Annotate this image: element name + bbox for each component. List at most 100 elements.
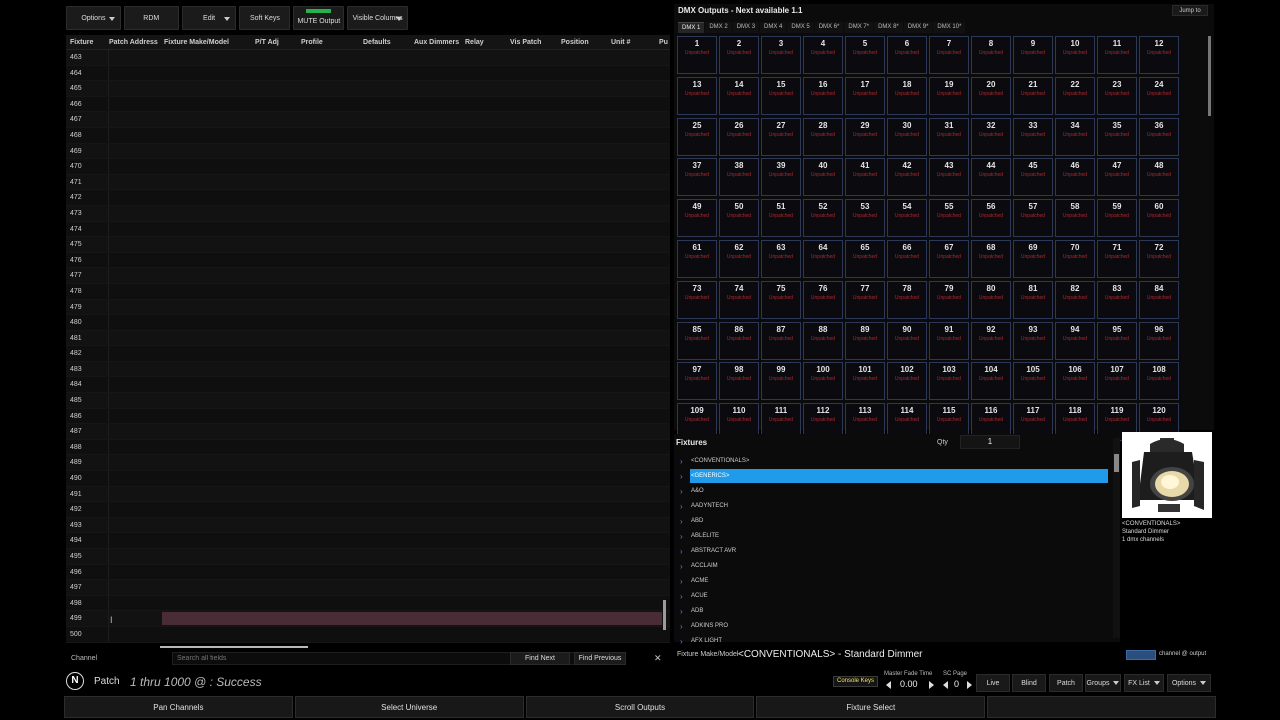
- dmx-address-cell[interactable]: 107 Unpatched: [1097, 362, 1137, 401]
- dmx-address-cell[interactable]: 73 Unpatched: [677, 280, 717, 319]
- chevron-right-icon[interactable]: ›: [680, 622, 683, 631]
- options-button[interactable]: Options: [66, 6, 121, 30]
- dmx-address-cell[interactable]: 24 Unpatched: [1139, 76, 1179, 115]
- column-header-unit[interactable]: Unit #: [611, 39, 630, 46]
- list-item[interactable]: › ADB: [676, 604, 1112, 619]
- dmx-address-cell[interactable]: 93 Unpatched: [1013, 321, 1053, 360]
- table-vertical-scrollbar[interactable]: [663, 600, 666, 630]
- table-row[interactable]: 479: [66, 299, 670, 316]
- dmx-address-cell[interactable]: 20 Unpatched: [971, 76, 1011, 115]
- close-icon[interactable]: ✕: [654, 653, 662, 664]
- dmx-address-cell[interactable]: 17 Unpatched: [845, 76, 885, 115]
- dmx-address-cell[interactable]: 15 Unpatched: [761, 76, 801, 115]
- dmx-address-cell[interactable]: 83 Unpatched: [1097, 280, 1137, 319]
- dmx-address-cell[interactable]: 41 Unpatched: [845, 158, 885, 197]
- table-row[interactable]: 464: [66, 65, 670, 82]
- dmx-address-cell[interactable]: 29 Unpatched: [845, 117, 885, 156]
- patch-button[interactable]: Patch: [1049, 674, 1083, 692]
- dmx-address-cell[interactable]: 49 Unpatched: [677, 199, 717, 238]
- groups-button[interactable]: Groups: [1085, 674, 1121, 692]
- dmx-address-cell[interactable]: 84 Unpatched: [1139, 280, 1179, 319]
- qty-input[interactable]: 1: [960, 435, 1020, 449]
- sc-page-next-icon[interactable]: [967, 681, 972, 689]
- softkey-select-universe[interactable]: Select Universe: [294, 696, 524, 718]
- chevron-right-icon[interactable]: ›: [680, 637, 683, 646]
- dmx-address-cell[interactable]: 1 Unpatched: [677, 36, 717, 74]
- column-header-fixture-make-model[interactable]: Fixture Make/Model: [164, 39, 229, 46]
- tab-dmx-6[interactable]: DMX 6*: [814, 22, 844, 33]
- dmx-address-cell[interactable]: 67 Unpatched: [929, 240, 969, 278]
- dmx-address-cell[interactable]: 101 Unpatched: [845, 362, 885, 401]
- dmx-address-cell[interactable]: 31 Unpatched: [929, 117, 969, 156]
- dmx-address-cell[interactable]: 16 Unpatched: [803, 76, 843, 115]
- mute-output-button[interactable]: MUTE Output: [293, 6, 345, 30]
- table-row[interactable]: 473: [66, 205, 670, 222]
- chevron-right-icon[interactable]: ›: [680, 577, 683, 586]
- list-item[interactable]: › ABLELITE: [676, 529, 1112, 544]
- tab-dmx-10[interactable]: DMX 10*: [933, 22, 966, 33]
- column-header-defaults[interactable]: Defaults: [363, 39, 391, 46]
- softkey-scroll-outputs[interactable]: Scroll Outputs: [525, 696, 755, 718]
- dmx-address-cell[interactable]: 35 Unpatched: [1097, 117, 1137, 156]
- dmx-address-cell[interactable]: 103 Unpatched: [929, 362, 969, 401]
- softkey-fixture-select[interactable]: Fixture Select: [756, 696, 986, 718]
- table-row[interactable]: 498: [66, 595, 670, 612]
- list-item[interactable]: › ACME: [676, 574, 1112, 589]
- list-item[interactable]: › <CONVENTIONALS>: [676, 454, 1112, 469]
- table-row[interactable]: 472: [66, 190, 670, 206]
- table-row[interactable]: I 499: [66, 611, 670, 627]
- dmx-address-cell[interactable]: 58 Unpatched: [1055, 199, 1095, 238]
- softkey-pan-channels[interactable]: Pan Channels: [64, 696, 293, 718]
- dmx-address-cell[interactable]: 30 Unpatched: [887, 117, 927, 156]
- dmx-address-cell[interactable]: 39 Unpatched: [761, 158, 801, 197]
- dmx-address-cell[interactable]: 7 Unpatched: [929, 36, 969, 74]
- dmx-address-cell[interactable]: 99 Unpatched: [761, 362, 801, 401]
- table-row[interactable]: 469: [66, 143, 670, 160]
- dmx-address-cell[interactable]: 12 Unpatched: [1139, 36, 1179, 74]
- dmx-address-cell[interactable]: 43 Unpatched: [929, 158, 969, 197]
- table-row[interactable]: 494: [66, 533, 670, 549]
- dmx-address-cell[interactable]: 82 Unpatched: [1055, 280, 1095, 319]
- table-row[interactable]: 500: [66, 626, 670, 643]
- dmx-address-cell[interactable]: 92 Unpatched: [971, 321, 1011, 360]
- list-item[interactable]: › <GENERICS>: [676, 469, 1112, 484]
- dmx-address-cell[interactable]: 74 Unpatched: [719, 280, 759, 319]
- column-header-profile[interactable]: Profile: [301, 39, 323, 46]
- table-row[interactable]: 489: [66, 455, 670, 472]
- dmx-address-cell[interactable]: 87 Unpatched: [761, 321, 801, 360]
- table-row[interactable]: 484: [66, 377, 670, 394]
- dmx-address-cell[interactable]: 40 Unpatched: [803, 158, 843, 197]
- tab-dmx-4[interactable]: DMX 4: [760, 22, 787, 33]
- dmx-address-cell[interactable]: 108 Unpatched: [1139, 362, 1179, 401]
- patch-table-body[interactable]: 463 464 465 466 467 468 469 470 471 472 473 474 475 4…: [66, 50, 670, 643]
- list-item[interactable]: › AADYNTECH: [676, 499, 1112, 514]
- dmx-address-cell[interactable]: 104 Unpatched: [971, 362, 1011, 401]
- chevron-right-icon[interactable]: ›: [680, 547, 683, 556]
- tab-dmx-2[interactable]: DMX 2: [705, 22, 732, 33]
- table-horizontal-scrollbar[interactable]: [160, 646, 308, 648]
- column-header-relay[interactable]: Relay: [465, 39, 484, 46]
- dmx-address-cell[interactable]: 8 Unpatched: [971, 36, 1011, 74]
- column-header-position[interactable]: Position: [561, 39, 589, 46]
- chevron-right-icon[interactable]: ›: [680, 607, 683, 616]
- table-row[interactable]: 485: [66, 393, 670, 409]
- table-row[interactable]: 492: [66, 502, 670, 518]
- dmx-address-cell[interactable]: 9 Unpatched: [1013, 36, 1053, 74]
- dmx-address-cell[interactable]: 50 Unpatched: [719, 199, 759, 238]
- table-row[interactable]: 477: [66, 268, 670, 284]
- list-item[interactable]: › A&O: [676, 484, 1112, 499]
- dmx-address-cell[interactable]: 33 Unpatched: [1013, 117, 1053, 156]
- dmx-address-cell[interactable]: 76 Unpatched: [803, 280, 843, 319]
- dmx-address-cell[interactable]: 106 Unpatched: [1055, 362, 1095, 401]
- sc-page-prev-icon[interactable]: [943, 681, 948, 689]
- dmx-address-cell[interactable]: 81 Unpatched: [1013, 280, 1053, 319]
- table-row[interactable]: 468: [66, 127, 670, 144]
- dmx-address-cell[interactable]: 95 Unpatched: [1097, 321, 1137, 360]
- dmx-address-cell[interactable]: 21 Unpatched: [1013, 76, 1053, 115]
- dmx-address-cell[interactable]: 85 Unpatched: [677, 321, 717, 360]
- table-row[interactable]: 496: [66, 564, 670, 581]
- dmx-address-cell[interactable]: 47 Unpatched: [1097, 158, 1137, 197]
- command-line-text[interactable]: 1 thru 1000 @ : Success: [130, 675, 262, 689]
- dmx-address-cell[interactable]: 98 Unpatched: [719, 362, 759, 401]
- dmx-address-cell[interactable]: 4 Unpatched: [803, 36, 843, 74]
